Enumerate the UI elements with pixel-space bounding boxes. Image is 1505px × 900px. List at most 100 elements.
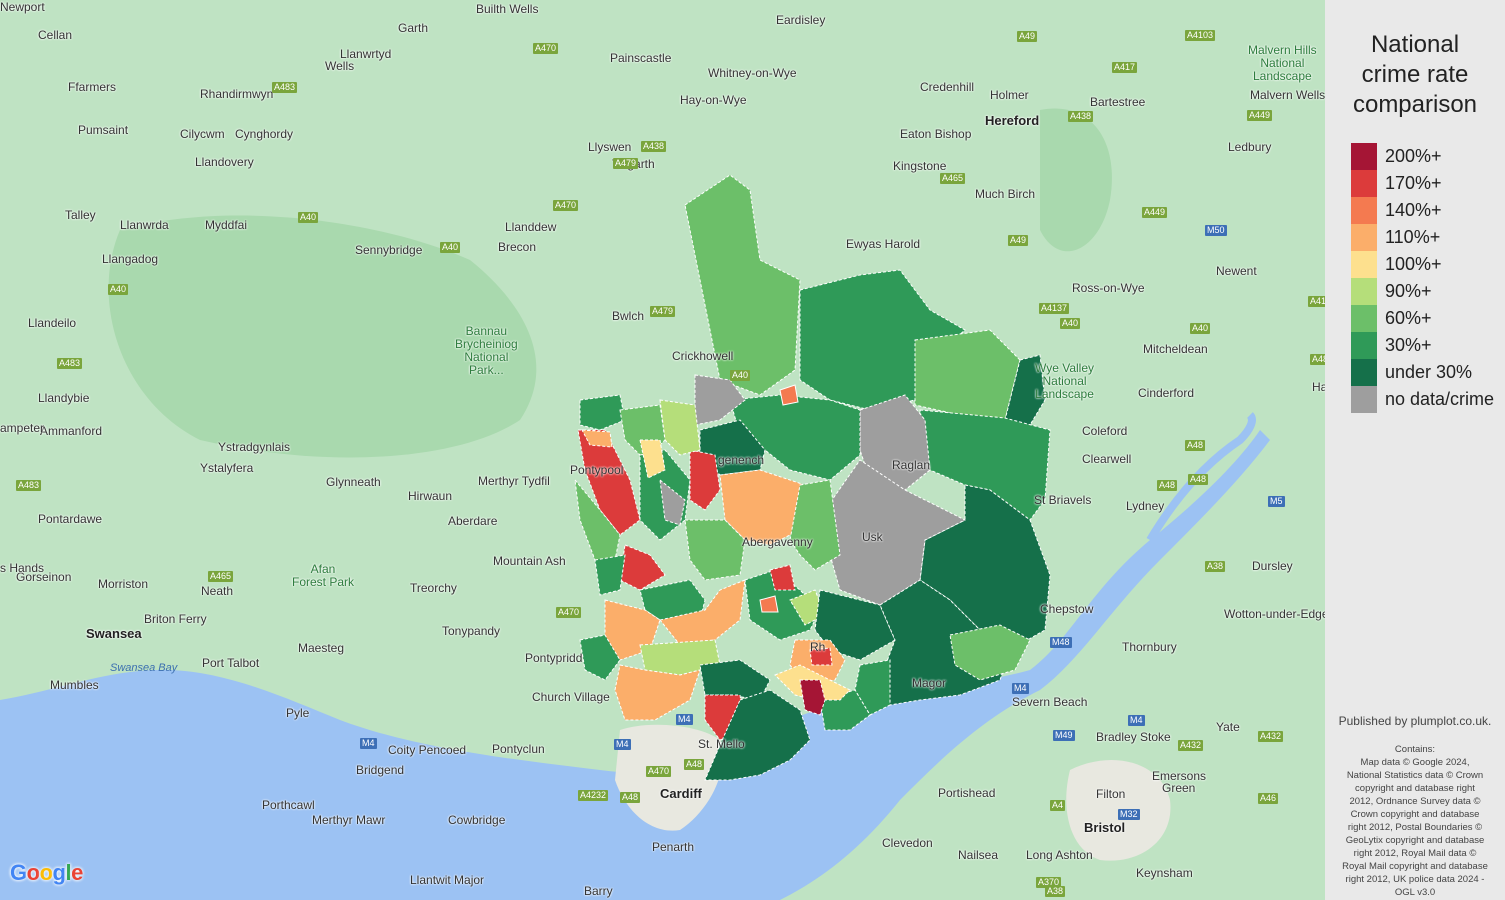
place-label: Builth Wells [476, 2, 539, 16]
place-label: Green [1162, 781, 1196, 795]
region [659, 399, 701, 456]
park-label: Afan Forest Park [292, 563, 354, 589]
place-label: Mitcheldean [1143, 342, 1208, 356]
legend-swatch [1351, 359, 1377, 386]
place-label: Glynneath [326, 475, 381, 489]
road-shield: A470 [646, 766, 672, 777]
place-label: Portishead [938, 786, 996, 800]
place-label: Nailsea [958, 848, 999, 862]
place-label: Pontypridd [525, 651, 583, 665]
legend-swatch [1351, 278, 1377, 305]
road-shield: M48 [1050, 637, 1072, 648]
legend-panel: National crime rate comparison 200%+ 170%… [1325, 0, 1505, 900]
place-label: St. Mello [698, 737, 745, 751]
place-label: Morriston [98, 577, 149, 591]
road-shield: A438 [641, 141, 667, 152]
place-label: Ross-on-Wye [1072, 281, 1145, 295]
credit-line: right 2012, UK police data 2024 - [1345, 874, 1485, 885]
legend-swatch [1351, 224, 1377, 251]
road-shield: A4232 [578, 790, 609, 801]
region [594, 554, 626, 596]
place-label: Aberdare [448, 514, 498, 528]
place-label: Barry [584, 884, 613, 898]
place-label: Yate [1216, 720, 1240, 734]
road-shield: A4103 [1185, 30, 1216, 41]
place-label: Hardwi [1312, 380, 1325, 394]
legend-swatch [1351, 305, 1377, 332]
road-shield: M4 [1012, 683, 1029, 694]
road-shield: A479 [650, 306, 676, 317]
forest-area [1040, 108, 1112, 252]
place-label: Ystalyfera [200, 461, 254, 475]
place-label: Cilycwm [180, 127, 225, 141]
map[interactable]: Builth Wells Eardisley Cellan Garth Painscas… [0, 0, 1325, 900]
region [619, 544, 666, 591]
place-label: Llandeilo [28, 316, 77, 330]
legend-swatch [1351, 251, 1377, 278]
region [769, 564, 796, 591]
place-label: Whitney-on-Wye [708, 66, 797, 80]
region [914, 329, 1021, 421]
region [779, 384, 799, 406]
road-shield: A470 [533, 43, 559, 54]
legend-label: 60%+ [1385, 308, 1432, 328]
road-shield: M32 [1118, 809, 1140, 820]
place-label: Hereford [985, 113, 1040, 128]
google-logo-letter: G [10, 860, 27, 885]
place-label: Llanwrda [120, 218, 169, 232]
place-label: Llandovery [195, 155, 254, 169]
legend-label: 170%+ [1385, 173, 1442, 193]
road-shield: A417 [1112, 62, 1138, 73]
legend-label: 100%+ [1385, 254, 1442, 274]
road-shield: M5 [1268, 496, 1285, 507]
place-label: Thornbury [1122, 640, 1177, 654]
region [579, 394, 626, 431]
road-shield: M4 [360, 738, 377, 749]
place-label: Keynsham [1136, 866, 1193, 880]
place-label: Church Village [532, 690, 610, 704]
place-label: Eaton Bishop [900, 127, 972, 141]
place-label: Ammanford [40, 424, 103, 438]
place-label: Raglan [892, 458, 931, 472]
place-label: Cardiff [660, 786, 702, 801]
place-label: Lydney [1126, 499, 1165, 513]
place-label: Holmer [990, 88, 1029, 102]
place-label: Usk [862, 530, 883, 544]
google-logo-letter: o [39, 860, 53, 885]
place-label: Wells [325, 59, 355, 73]
legend-title: National crime rate comparison [1325, 30, 1505, 120]
road-shield: A483 [16, 480, 42, 491]
google-logo-letter: g [52, 860, 66, 885]
credit-line: OGL v3.0 [1394, 887, 1436, 898]
place-label: Sennybridge [355, 243, 423, 257]
road-shield: A38 [1205, 561, 1226, 572]
road-shield: A479 [613, 158, 639, 169]
place-label: Ystradgynlais [218, 440, 291, 454]
place-label: Tonypandy [442, 624, 501, 638]
place-label: Malvern Wells [1250, 88, 1325, 102]
place-label: Talley [65, 208, 96, 222]
road-shield: M4 [614, 739, 631, 750]
place-label: Penarth [652, 840, 695, 854]
road-shield: A483 [57, 358, 83, 369]
place-label: Rhandirmwyn [200, 87, 274, 101]
road-shield: A432 [1258, 731, 1284, 742]
park-label: Malvern Hills National Landscape [1248, 44, 1317, 83]
place-label: Kingstone [893, 159, 947, 173]
place-label: Cinderford [1138, 386, 1195, 400]
credit-line: right 2012, Royal Mail data © [1353, 848, 1477, 859]
place-label: Chepstow [1040, 602, 1094, 616]
place-label: Clevedon [882, 836, 933, 850]
place-label: Briton Ferry [144, 612, 207, 626]
credit-line: National Statistics data © Crown [1346, 770, 1484, 781]
legend-label: 30%+ [1385, 335, 1432, 355]
road-shield: A449 [1247, 110, 1273, 121]
credit-line: Royal Mail copyright and database [1342, 861, 1488, 872]
place-label: Bwlch [612, 309, 645, 323]
road-shield: A48 [1185, 440, 1206, 451]
place-label: Merthyr Mawr [312, 813, 386, 827]
place-label: St Briavels [1034, 493, 1092, 507]
place-label: Pontardawe [38, 512, 103, 526]
place-label: Bartestree [1090, 95, 1146, 109]
road-shield: A40 [298, 212, 319, 223]
